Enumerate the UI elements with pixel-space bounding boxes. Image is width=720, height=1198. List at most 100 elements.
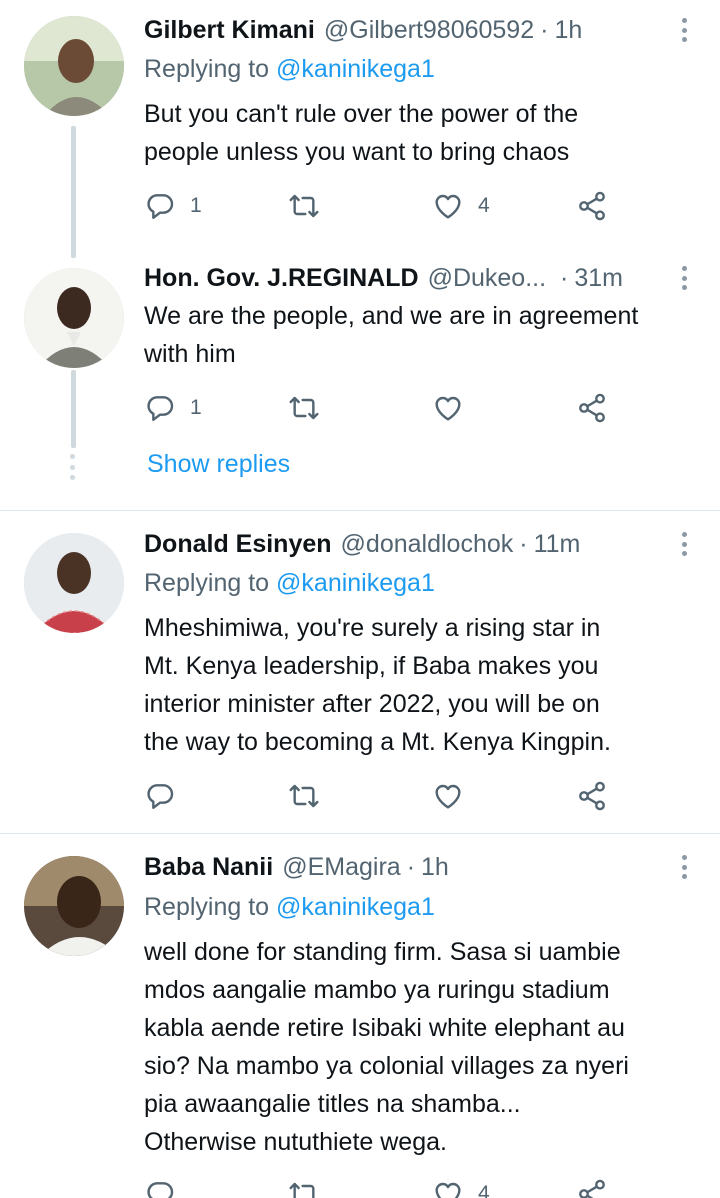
reply-icon (144, 1178, 176, 1198)
action-bar: 4 (144, 1174, 624, 1198)
heart-icon (432, 780, 464, 812)
retweet-button[interactable] (288, 388, 334, 428)
user-handle[interactable]: @EMagira (282, 853, 400, 882)
tweet-text: well done for standing firm. Sasa si uam… (144, 933, 696, 1161)
retweet-icon (288, 392, 320, 424)
replying-prefix: Replying to (144, 569, 277, 597)
text-line: people unless you want to bring chaos (144, 138, 570, 166)
tweet-text: But you can't rule over the power of the… (144, 95, 696, 171)
heart-icon (432, 190, 464, 222)
replying-to: Replying to @kaninikega1 (144, 893, 435, 922)
share-icon (576, 392, 608, 424)
separator: · (540, 15, 549, 44)
avatar-image (24, 16, 124, 116)
timestamp[interactable]: 31m (574, 264, 623, 293)
text-line: interior minister after 2022, you will b… (144, 690, 600, 718)
action-bar: 1 (144, 388, 624, 428)
text-line: Mt. Kenya leadership, if Baba makes you (144, 652, 599, 680)
tweet[interactable]: Hon. Gov. J.REGINALD @Dukeo... · 31m We … (0, 260, 720, 510)
thread-line (71, 370, 76, 448)
separator: · (560, 263, 569, 292)
retweet-button[interactable] (288, 776, 334, 816)
tweet-header: Donald Esinyen @donaldlochok · 11m (144, 527, 696, 561)
text-line: We are the people, and we are in agreeme… (144, 302, 639, 330)
replying-to: Replying to @kaninikega1 (144, 55, 435, 84)
more-vertical-icon[interactable] (676, 529, 692, 559)
user-handle[interactable]: @Gilbert98060592 (324, 16, 534, 45)
display-name[interactable]: Hon. Gov. J.REGINALD (144, 264, 419, 293)
mention-link[interactable]: @kaninikega1 (276, 893, 435, 921)
reply-count: 1 (190, 396, 202, 419)
share-icon (576, 190, 608, 222)
retweet-button[interactable] (288, 1174, 334, 1198)
tweet-text: Mheshimiwa, you're surely a rising star … (144, 609, 696, 761)
text-line: mdos aangalie mambo ya ruringu stadium (144, 976, 610, 1004)
reply-button[interactable]: 1 (144, 186, 202, 226)
reply-count: 1 (190, 194, 202, 217)
show-replies-link[interactable]: Show replies (147, 450, 290, 479)
tweet[interactable]: Baba Nanii @EMagira · 1h Replying to @ka… (0, 834, 720, 1198)
user-handle[interactable]: @donaldlochok (341, 530, 514, 559)
text-line: But you can't rule over the power of the (144, 100, 579, 128)
reply-icon (144, 392, 176, 424)
tweet-header: Baba Nanii @EMagira · 1h (144, 850, 696, 884)
share-button[interactable] (576, 388, 608, 428)
heart-icon (432, 392, 464, 424)
mention-link[interactable]: @kaninikega1 (276, 55, 435, 83)
retweet-button[interactable] (288, 186, 334, 226)
reply-button[interactable] (144, 1174, 190, 1198)
text-line: pia awaangalie titles na shamba... (144, 1090, 521, 1118)
text-line: with him (144, 340, 236, 368)
thread-line (71, 126, 76, 258)
retweet-icon (288, 190, 320, 222)
more-vertical-icon[interactable] (676, 263, 692, 293)
reply-button[interactable]: 1 (144, 388, 202, 428)
like-button[interactable] (432, 776, 478, 816)
display-name[interactable]: Baba Nanii (144, 853, 273, 882)
avatar-image (24, 856, 124, 956)
replying-prefix: Replying to (144, 893, 277, 921)
like-button[interactable]: 4 (432, 1174, 490, 1198)
tweet-text: We are the people, and we are in agreeme… (144, 297, 696, 373)
more-vertical-icon[interactable] (676, 15, 692, 45)
replying-prefix: Replying to (144, 55, 277, 83)
share-button[interactable] (576, 776, 608, 816)
mention-link[interactable]: @kaninikega1 (276, 569, 435, 597)
thread-continuation-dots (70, 454, 76, 480)
like-count: 4 (478, 1182, 490, 1198)
share-button[interactable] (576, 1174, 608, 1198)
text-line: kabla aende retire Isibaki white elephan… (144, 1014, 625, 1042)
timestamp[interactable]: 1h (554, 16, 582, 45)
timestamp[interactable]: 11m (534, 530, 581, 559)
avatar[interactable] (24, 533, 124, 633)
display-name[interactable]: Donald Esinyen (144, 530, 332, 559)
avatar-image (24, 533, 124, 633)
avatar[interactable] (24, 268, 124, 368)
more-vertical-icon[interactable] (676, 852, 692, 882)
tweet[interactable]: Donald Esinyen @donaldlochok · 11m Reply… (0, 511, 720, 833)
avatar-image (24, 268, 124, 368)
tweet-header: Hon. Gov. J.REGINALD @Dukeo... · 31m (144, 261, 696, 295)
separator: · (519, 529, 528, 558)
share-icon (576, 780, 608, 812)
tweet-header: Gilbert Kimani @Gilbert98060592 · 1h (144, 13, 696, 47)
display-name[interactable]: Gilbert Kimani (144, 16, 315, 45)
separator: · (406, 852, 416, 881)
avatar[interactable] (24, 856, 124, 956)
reply-icon (144, 190, 176, 222)
retweet-icon (288, 780, 320, 812)
timestamp[interactable]: 1h (421, 853, 449, 882)
action-bar (144, 776, 624, 816)
action-bar: 1 4 (144, 186, 624, 226)
heart-icon (432, 1178, 464, 1198)
reply-button[interactable] (144, 776, 190, 816)
retweet-icon (288, 1178, 320, 1198)
avatar[interactable] (24, 16, 124, 116)
text-line: Mheshimiwa, you're surely a rising star … (144, 614, 601, 642)
reply-icon (144, 780, 176, 812)
tweet[interactable]: Gilbert Kimani @Gilbert98060592 · 1h Rep… (0, 0, 720, 260)
like-button[interactable]: 4 (432, 186, 490, 226)
like-button[interactable] (432, 388, 478, 428)
user-handle[interactable]: @Dukeo... (428, 264, 546, 293)
share-button[interactable] (576, 186, 608, 226)
